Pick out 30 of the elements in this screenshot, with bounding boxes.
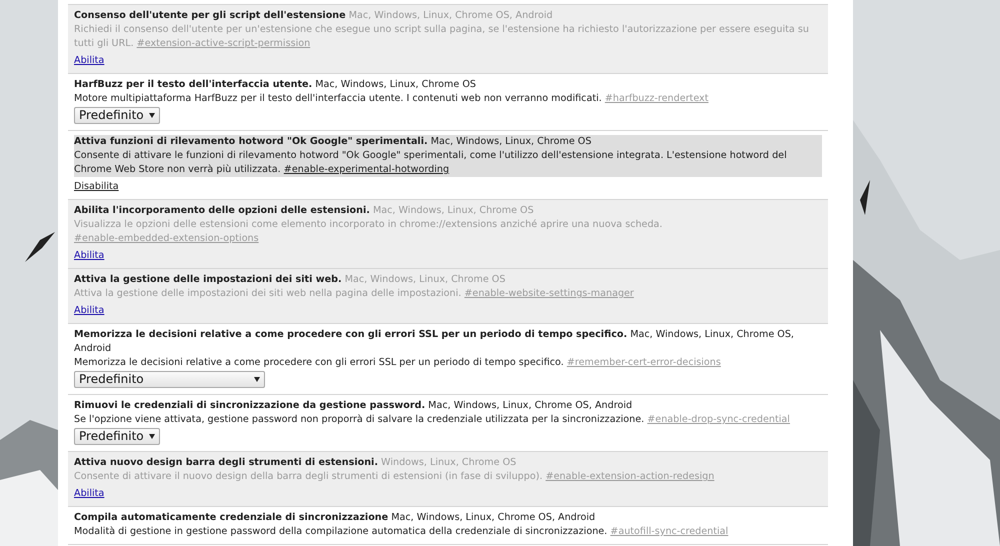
description-text: Modalità di gestione in gestione password della compilazione automatica della credenziale di sincronizzazione. #autofill-sync-credential bbox=[74, 525, 730, 539]
experiment-heading: Memorizza le decisioni relative a come procedere con gli errori SSL per un periodo di tempo specifico. Mac, Windows, Linux, Chrome OS, Android bbox=[74, 328, 795, 356]
experiment-heading: Rimuovi le credenziali di sincronizzazione da gestione password. Mac, Windows, Linux, Chrome OS, Android bbox=[74, 399, 634, 413]
description-text: Memorizza le decisioni relative a come procedere con gli errori SSL per un periodo di tempo specifico. #remember-cert-error-decisions bbox=[74, 356, 722, 370]
caret-icon bbox=[149, 113, 155, 118]
experiment-heading: HarfBuzz per il testo dell'interfaccia utente. Mac, Windows, Linux, Chrome OS bbox=[74, 78, 477, 92]
experiment-heading: Abilita l'incorporamento delle opzioni delle estensioni. Mac, Windows, Linux, Chrome OS bbox=[74, 204, 535, 218]
description-text: Richiedi il consenso dell'utente per un'estensione che esegue uno script sulla pagina, se l'estensione ha richiesto l'autorizzazione per essere eseguita su tutti gli URL. #extension-active-script-permission bbox=[74, 23, 810, 51]
experiment-heading: Consenso dell'utente per gli script dell'estensione Mac, Windows, Linux, Chrome OS, Android bbox=[74, 9, 554, 23]
toggle-link[interactable]: Abilita bbox=[74, 305, 104, 316]
toggle-link[interactable]: Abilita bbox=[74, 488, 104, 499]
description-text: Motore multipiattaforma HarfBuzz per il testo dell'interfaccia utente. I contenuti web non verranno modificati. #harfbuzz-rendertext bbox=[74, 92, 710, 106]
toggle-link[interactable]: Abilita bbox=[74, 55, 104, 66]
experiment-heading: Attiva la gestione delle impostazioni dei siti web. Mac, Windows, Linux, Chrome OS bbox=[74, 273, 506, 287]
caret-icon bbox=[149, 434, 155, 439]
toggle-link[interactable]: Disabilita bbox=[74, 181, 119, 192]
anchor-link[interactable]: #enable-experimental-hotwording bbox=[284, 164, 450, 175]
toggle-link[interactable]: Abilita bbox=[74, 250, 104, 261]
experiment-heading: Attiva funzioni di rilevamento hotword "Ok Google" sperimentali. Mac, Windows, Linux, Chrome OS bbox=[74, 135, 822, 149]
dropdown[interactable]: Predefinito bbox=[74, 371, 265, 388]
description-text: Se l'opzione viene attivata, gestione password non proporrà di salvare la credenziale utilizzata per la sincronizzazione. #enable-drop-sync-credential bbox=[74, 413, 791, 427]
description-text: Consente di attivare le funzioni di rilevamento hotword "Ok Google" sperimentali, come l'utilizzo dell'estensione integrata. L'estensione hotword del Chrome Web Store non verrà più utilizzata. #enable-experimental-hotwording bbox=[74, 149, 822, 177]
description-text: Consente di attivare il nuovo design della barra degli strumenti di estensioni (in fase di sviluppo). #enable-extension-action-redesign bbox=[74, 470, 716, 484]
experiment-heading: Compila automaticamente credenziale di sincronizzazione Mac, Windows, Linux, Chrome OS, Android bbox=[74, 511, 596, 525]
experiment-heading: Attiva nuovo design barra degli strumenti di estensioni. Windows, Linux, Chrome OS bbox=[74, 456, 518, 470]
caret-icon bbox=[254, 377, 260, 382]
dropdown[interactable]: Predefinito bbox=[74, 428, 160, 445]
description-text: Attiva la gestione delle impostazioni dei siti web nella pagina delle impostazioni. #enable-website-settings-manager bbox=[74, 287, 635, 301]
dropdown[interactable]: Predefinito bbox=[74, 107, 160, 124]
description-text: Visualizza le opzioni delle estensioni come elemento incorporato in chrome://extensions anziché aprire una nuova scheda. #enable-embedded-extension-options bbox=[74, 218, 664, 246]
